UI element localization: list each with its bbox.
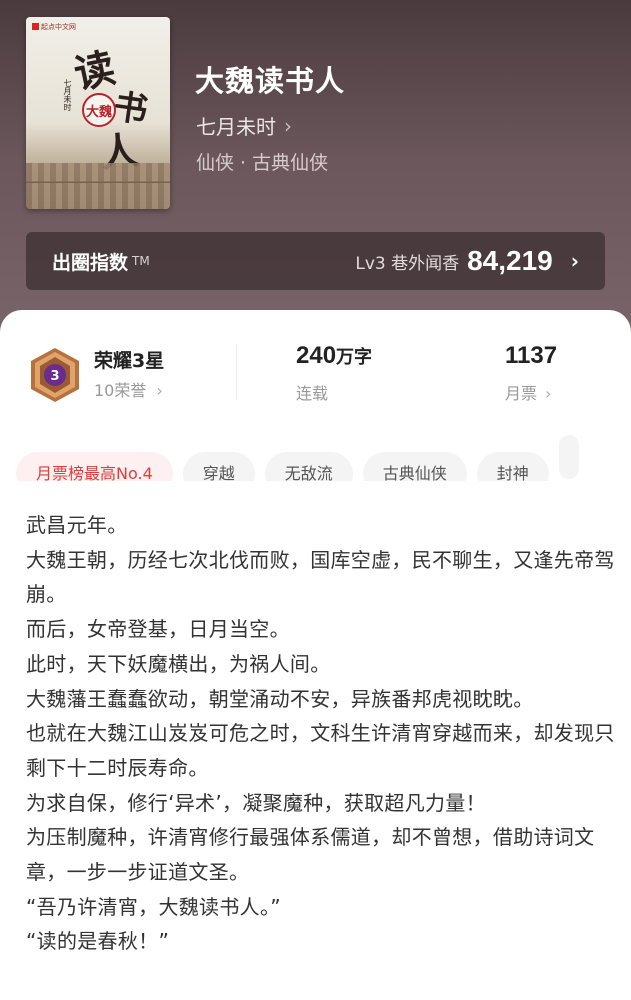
honor-sub[interactable]: 10荣誉 › xyxy=(94,377,163,401)
honor-count: 10荣誉 xyxy=(94,381,147,400)
medal-number: 3 xyxy=(50,369,59,384)
monthly-ticket-label: 月票 xyxy=(505,384,538,403)
book-header: 起点中文网 读 书 人 大魏 七月未时 大魏读书人 七月未时 › 仙侠 · 古典… xyxy=(0,0,631,360)
synopsis-line: 此时，天下妖魔横出，为祸人间。 xyxy=(26,651,331,676)
book-detail-card: 3 荣耀3星 10荣誉 › 240万字 连载 1137 月票 › 月票榜最高No.4… xyxy=(0,310,631,1000)
cover-palace-art xyxy=(26,163,170,209)
index-label: 出圈指数 xyxy=(52,251,129,274)
stats-row: 3 荣耀3星 10荣誉 › 240万字 连载 1137 月票 › xyxy=(0,310,631,420)
synopsis-line: 为求自保，修行‘异术’，凝聚魔种，获取超凡力量！ xyxy=(26,790,486,815)
status-label: 连载 xyxy=(296,384,329,403)
synopsis-line: “吾乃许清宵，大魏读书人。” xyxy=(26,894,281,919)
author-link[interactable]: 七月未时 › xyxy=(196,111,292,140)
index-value: 84,219 xyxy=(467,245,553,276)
synopsis-line: 大魏藩王蠢蠢欲动，朝堂涌动不安，异族番邦虎视眈眈。 xyxy=(26,686,534,711)
tag-list: 月票榜最高No.4 穿越 无敌流 古典仙侠 封神 xyxy=(16,435,631,481)
word-count: 240万字 xyxy=(296,342,372,370)
publisher-mark: 起点中文网 xyxy=(32,22,76,32)
trademark-mark: TM xyxy=(132,254,150,268)
word-count-unit: 万字 xyxy=(336,347,373,368)
synopsis-line: 也就在大魏江山岌岌可危之时，文科生许清宵穿越而来，却发现只剩下十二时辰寿命。 xyxy=(26,721,615,780)
book-genre: 仙侠 · 古典仙侠 xyxy=(196,152,329,174)
tag-item[interactable]: 古典仙侠 xyxy=(362,452,467,481)
chevron-right-icon: › xyxy=(284,113,292,138)
book-cover[interactable]: 起点中文网 读 书 人 大魏 七月未时 xyxy=(26,17,170,209)
honor-medal-icon[interactable]: 3 xyxy=(29,347,81,403)
monthly-ticket-value[interactable]: 1137 xyxy=(505,342,557,370)
tag-item[interactable]: 无敌流 xyxy=(264,452,353,481)
synopsis-line: 而后，女帝登基，日月当空。 xyxy=(26,617,290,642)
synopsis-line: 武昌元年。 xyxy=(26,513,128,537)
chevron-right-icon: › xyxy=(570,249,579,273)
index-level: Lv3 巷外闻香 xyxy=(355,253,460,274)
tag-rank[interactable]: 月票榜最高No.4 xyxy=(16,452,173,481)
chevron-right-icon: › xyxy=(156,381,163,400)
synopsis-line: 为压制魔种，许清宵修行最强体系儒道，却不曾想，借助诗词文章，一步一步证道文圣。 xyxy=(26,825,595,885)
monthly-ticket-link[interactable]: 月票 › xyxy=(505,380,551,404)
tag-item[interactable]: 穿越 xyxy=(182,452,255,481)
synopsis-line: 大魏王朝，历经七次北伐而败，国库空虚，民不聊生，又逢先帝驾崩。 xyxy=(26,547,615,607)
book-synopsis[interactable]: 武昌元年。 大魏王朝，历经七次北伐而败，国库空虚，民不聊生，又逢先帝驾崩。 而后… xyxy=(26,508,616,959)
book-title: 大魏读书人 xyxy=(195,64,346,98)
synopsis-line: “读的是春秋！” xyxy=(26,929,170,954)
tag-item[interactable]: 封神 xyxy=(476,452,549,481)
honor-title[interactable]: 荣耀3星 xyxy=(94,346,164,373)
author-name: 七月未时 xyxy=(196,115,276,139)
tag-item-overflow[interactable] xyxy=(558,435,579,479)
chevron-right-icon: › xyxy=(545,384,552,403)
cover-title-char: 读 xyxy=(70,44,120,99)
divider xyxy=(236,344,237,400)
cover-seal: 大魏 xyxy=(82,93,116,127)
cover-author: 七月未时 xyxy=(63,79,72,111)
word-count-value: 240 xyxy=(296,342,337,369)
popularity-index-bar[interactable]: 出圈指数 TM Lv3 巷外闻香 84,219 › xyxy=(26,232,605,290)
